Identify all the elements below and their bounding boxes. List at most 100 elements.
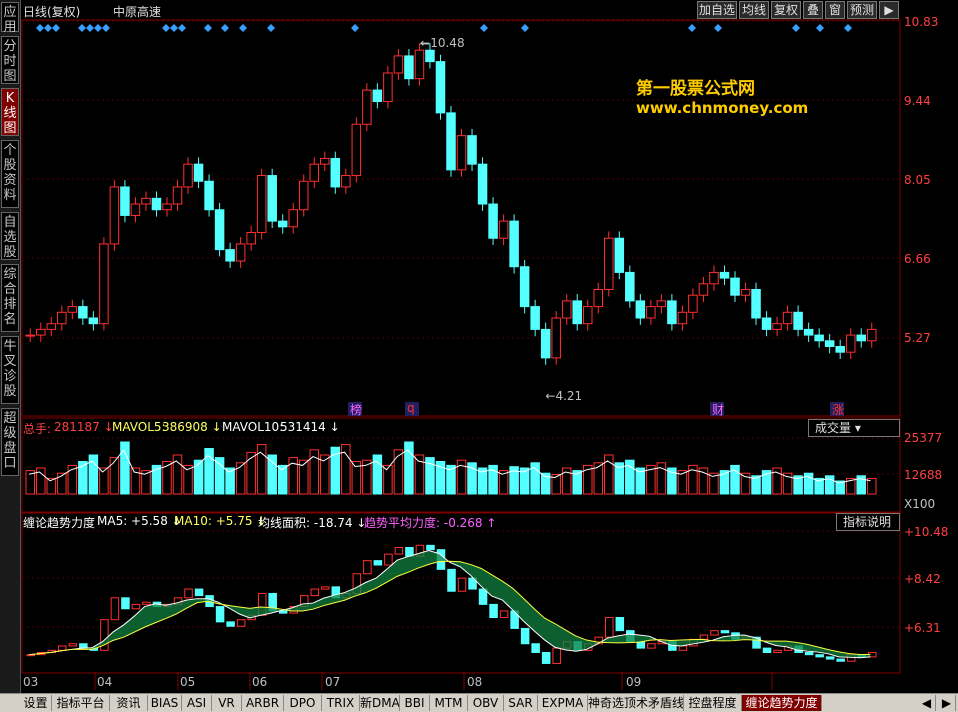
candle-body-8 bbox=[109, 186, 120, 245]
volume-bar-17 bbox=[204, 448, 214, 495]
candle-body-2 bbox=[46, 323, 57, 330]
event-diamond-2 bbox=[52, 24, 60, 32]
candle-body-60 bbox=[656, 300, 667, 308]
volume-bar-35 bbox=[393, 449, 404, 495]
candle-body-48 bbox=[530, 306, 540, 330]
event-tag-1: q bbox=[407, 401, 415, 415]
tab-indicator-0[interactable]: 设置 bbox=[20, 695, 52, 711]
tab-indicator-14[interactable]: EXPMA bbox=[538, 695, 588, 711]
ind-candle-32 bbox=[363, 560, 372, 575]
candle-body-80 bbox=[866, 328, 877, 342]
tab-indicator-3[interactable]: BIAS bbox=[148, 695, 182, 711]
candle-body-58 bbox=[635, 300, 646, 319]
tab-indicator-10[interactable]: BBI bbox=[400, 695, 430, 711]
month-label-6: 09 bbox=[626, 675, 642, 689]
scroll-right-icon[interactable]: ▶ bbox=[938, 695, 956, 711]
ind-candle-40 bbox=[447, 568, 456, 592]
candle-body-36 bbox=[404, 55, 414, 80]
candle-body-57 bbox=[625, 271, 635, 302]
ind-candle-70 bbox=[762, 647, 772, 653]
indicator-ma10: MA10: +5.75 ↓ bbox=[174, 514, 267, 528]
candle-body-6 bbox=[88, 317, 99, 325]
tab-indicator-12[interactable]: OBV bbox=[468, 695, 504, 711]
ind-candle-16 bbox=[194, 588, 204, 597]
tab-indicator-5[interactable]: VR bbox=[212, 695, 242, 711]
candle-body-79 bbox=[856, 334, 866, 342]
volume-bar-48 bbox=[530, 462, 540, 495]
ind-candle-74 bbox=[804, 652, 814, 656]
tab-indicator-6[interactable]: ARBR bbox=[242, 695, 284, 711]
event-tag-2: 财 bbox=[712, 403, 725, 417]
month-label-1: 04 bbox=[97, 675, 113, 689]
month-label-4: 07 bbox=[325, 675, 341, 689]
ind-candle-56 bbox=[615, 617, 625, 632]
event-diamond-0 bbox=[36, 24, 44, 32]
candle-body-18 bbox=[214, 209, 225, 251]
tab-indicator-17[interactable]: 缠论趋势力度 bbox=[742, 695, 822, 711]
candle-body-53 bbox=[582, 306, 593, 325]
tab-indicator-15[interactable]: 神奇选顶术矛盾线 bbox=[588, 695, 684, 711]
candle-body-67 bbox=[730, 277, 740, 296]
ind-candle-4 bbox=[68, 643, 78, 647]
volume-total-value: 281187 ↓ bbox=[54, 420, 114, 434]
chart-area[interactable] bbox=[0, 0, 958, 693]
candle-body-30 bbox=[341, 175, 351, 188]
candle-body-12 bbox=[151, 197, 162, 211]
volume-bar-9 bbox=[120, 441, 130, 495]
low-price-label: ←4.21 bbox=[545, 389, 583, 404]
event-diamond-3 bbox=[78, 24, 86, 32]
mavol10-label: MAVOL10: bbox=[222, 420, 284, 434]
volume-bar-55 bbox=[604, 454, 614, 495]
ind-candle-43 bbox=[478, 588, 488, 605]
candle-body-41 bbox=[456, 135, 467, 171]
candle-body-0 bbox=[25, 334, 36, 337]
volume-indicator-selector[interactable]: 成交量 ▾ bbox=[808, 419, 900, 437]
tab-indicator-11[interactable]: MTM bbox=[430, 695, 468, 711]
event-diamond-20 bbox=[816, 24, 824, 32]
candle-body-38 bbox=[425, 49, 435, 63]
candle-body-29 bbox=[330, 157, 341, 188]
ind-candle-20 bbox=[236, 619, 246, 627]
candle-body-32 bbox=[362, 89, 372, 125]
tab-indicator-2[interactable]: 资讯 bbox=[110, 695, 148, 711]
candle-body-22 bbox=[256, 175, 267, 234]
ind-candle-19 bbox=[226, 621, 235, 627]
ind-candle-64 bbox=[699, 634, 709, 640]
event-diamond-4 bbox=[86, 24, 94, 32]
volume-bar-8 bbox=[109, 457, 120, 495]
candle-body-9 bbox=[120, 186, 130, 216]
candle-body-1 bbox=[36, 328, 46, 336]
candle-body-33 bbox=[372, 89, 383, 102]
volume-bar-24 bbox=[277, 464, 288, 495]
ind-candle-27 bbox=[310, 588, 320, 597]
candle-body-46 bbox=[509, 220, 519, 268]
candle-body-19 bbox=[225, 249, 235, 262]
ind-candle-48 bbox=[531, 643, 540, 653]
event-diamond-8 bbox=[170, 24, 178, 32]
candle-body-23 bbox=[267, 175, 277, 222]
volume-bar-28 bbox=[320, 454, 330, 495]
event-diamond-5 bbox=[94, 24, 102, 32]
scroll-left-icon[interactable]: ◀ bbox=[918, 695, 936, 711]
candle-body-47 bbox=[519, 266, 530, 308]
price-axis-label-0: 10.83 bbox=[904, 15, 939, 29]
price-axis-label-4: 5.27 bbox=[904, 331, 931, 345]
ind-candle-18 bbox=[215, 606, 225, 623]
tab-indicator-9[interactable]: 新DMA bbox=[360, 695, 400, 711]
ind-candle-59 bbox=[647, 643, 656, 649]
candle-body-64 bbox=[698, 283, 709, 296]
tab-indicator-16[interactable]: 控盘程度 bbox=[684, 695, 742, 711]
candle-body-44 bbox=[488, 203, 498, 239]
candle-body-39 bbox=[435, 61, 446, 114]
volume-total-label: 总手: bbox=[23, 422, 52, 436]
month-label-5: 08 bbox=[467, 675, 483, 689]
tab-indicator-1[interactable]: 指标平台 bbox=[52, 695, 110, 711]
candle-body-40 bbox=[446, 112, 456, 171]
month-label-2: 05 bbox=[180, 675, 196, 689]
ind-candle-11 bbox=[142, 601, 151, 605]
tab-indicator-8[interactable]: TRIX bbox=[322, 695, 360, 711]
indicator-help-button[interactable]: 指标说明 bbox=[836, 513, 900, 531]
tab-indicator-7[interactable]: DPO bbox=[284, 695, 322, 711]
tab-indicator-4[interactable]: ASI bbox=[182, 695, 212, 711]
tab-indicator-13[interactable]: SAR bbox=[504, 695, 538, 711]
